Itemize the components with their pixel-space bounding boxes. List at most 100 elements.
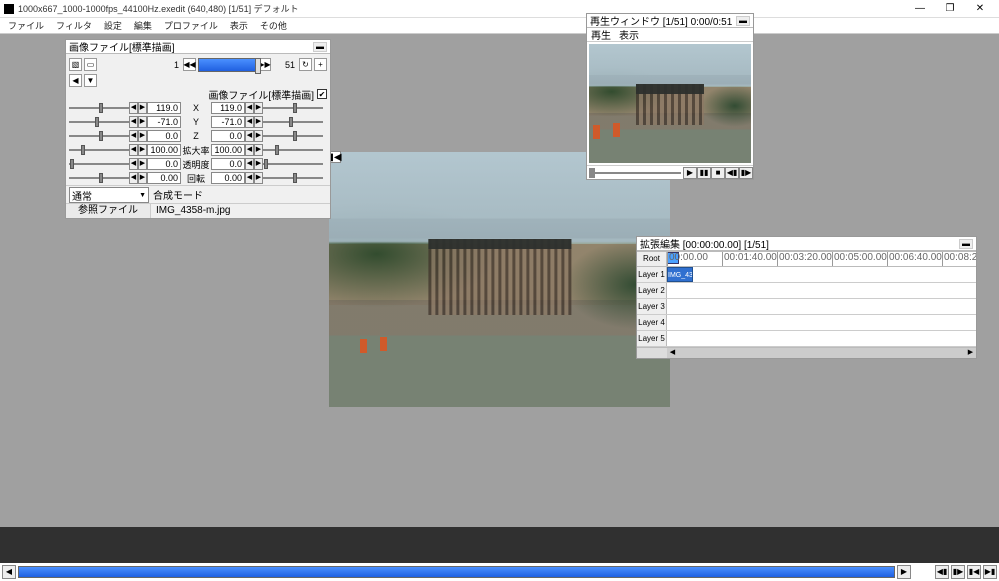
spin-right-dec[interactable]: ◀ (245, 144, 254, 156)
spin-left-inc[interactable]: ▶ (138, 130, 147, 142)
menu-edit[interactable]: 編集 (128, 18, 158, 33)
param-label-5[interactable]: 回転 (181, 172, 211, 185)
spin-right-inc[interactable]: ▶ (254, 130, 263, 142)
menu-other[interactable]: その他 (254, 18, 293, 33)
hscroll-left-icon[interactable]: ◀ (667, 348, 678, 358)
slider-left-5[interactable] (69, 172, 129, 184)
val-right-5[interactable]: 0.00 (211, 172, 245, 184)
layer-track-1[interactable]: IMG_435 (667, 267, 976, 282)
spin-right-inc[interactable]: ▶ (254, 144, 263, 156)
hscroll-right-icon[interactable]: ▶ (965, 348, 976, 358)
layer-label-2[interactable]: Layer 2 (637, 283, 667, 298)
spin-right-inc[interactable]: ▶ (254, 172, 263, 184)
footer-first[interactable]: ▮◀ (967, 565, 981, 579)
slider-right-5[interactable] (263, 172, 323, 184)
spin-left-dec[interactable]: ◀ (129, 158, 138, 170)
val-right-2[interactable]: 0.0 (211, 130, 245, 142)
add-btn[interactable]: + (314, 58, 327, 71)
maximize-button[interactable]: ❐ (935, 0, 965, 18)
slider-left-0[interactable] (69, 102, 129, 114)
layer-row-1[interactable]: Layer 1IMG_435 (637, 267, 976, 283)
pause-button[interactable]: ▮▮ (697, 167, 711, 179)
slider-right-3[interactable] (263, 144, 323, 156)
step-back-button[interactable]: ◀▮ (725, 167, 739, 179)
close-button[interactable]: ✕ (965, 0, 995, 18)
val-right-4[interactable]: 0.0 (211, 158, 245, 170)
val-left-3[interactable]: 100.00 (147, 144, 181, 156)
val-right-1[interactable]: -71.0 (211, 116, 245, 128)
slider-right-2[interactable] (263, 130, 323, 142)
layer-row-3[interactable]: Layer 3 (637, 299, 976, 315)
menu-view[interactable]: 表示 (224, 18, 254, 33)
spin-left-dec[interactable]: ◀ (129, 130, 138, 142)
layer-track-4[interactable] (667, 315, 976, 330)
spin-right-dec[interactable]: ◀ (245, 102, 254, 114)
tool-btn-3[interactable]: ◀ (69, 74, 82, 87)
root-label[interactable]: Root (637, 252, 667, 266)
playback-window[interactable]: 再生ウィンドウ [1/51] 0:00/0:51 ▬ 再生 表示 ▶ ▮▮ ■ … (586, 13, 754, 180)
slider-right-4[interactable] (263, 158, 323, 170)
spin-right-dec[interactable]: ◀ (245, 116, 254, 128)
tool-btn-2[interactable]: ▭ (84, 58, 97, 71)
slider-left-2[interactable] (69, 130, 129, 142)
timeline-panel[interactable]: 拡張編集 [00:00:00.00] [1/51] ▬ Root 00:00.0… (636, 236, 977, 359)
global-seek-slider[interactable] (18, 566, 895, 578)
spin-left-inc[interactable]: ▶ (138, 172, 147, 184)
menu-filter[interactable]: フィルタ (50, 18, 98, 33)
param-label-4[interactable]: 透明度 (181, 158, 211, 171)
slider-right-0[interactable] (263, 102, 323, 114)
slider-left-4[interactable] (69, 158, 129, 170)
layer-row-5[interactable]: Layer 5 (637, 331, 976, 347)
seek-first-icon[interactable]: ◀◀ (183, 58, 196, 71)
param-label-2[interactable]: Z (181, 131, 211, 141)
play-button[interactable]: ▶ (683, 167, 697, 179)
seek-right-icon[interactable]: ▶ (897, 565, 911, 579)
val-left-5[interactable]: 0.00 (147, 172, 181, 184)
layer-track-2[interactable] (667, 283, 976, 298)
layer-row-4[interactable]: Layer 4 (637, 315, 976, 331)
param-label-0[interactable]: X (181, 103, 211, 113)
layer-row-2[interactable]: Layer 2 (637, 283, 976, 299)
step-fwd-button[interactable]: ▮▶ (739, 167, 753, 179)
layer-track-5[interactable] (667, 331, 976, 346)
properties-panel[interactable]: 画像ファイル[標準描画] ▬ ▧ ▭ 1 ◀◀ ▶▶ 51 ↻ + ◀ ▼ 画像… (65, 39, 331, 219)
spin-left-inc[interactable]: ▶ (138, 102, 147, 114)
menu-profile[interactable]: プロファイル (158, 18, 224, 33)
footer-next-key[interactable]: ▮▶ (951, 565, 965, 579)
stop-button[interactable]: ■ (711, 167, 725, 179)
browse-file-button[interactable]: 参照ファイル (66, 204, 151, 218)
layer-label-4[interactable]: Layer 4 (637, 315, 667, 330)
layer-label-5[interactable]: Layer 5 (637, 331, 667, 346)
canvas-image[interactable]: ▮◀ (329, 152, 670, 407)
playback-close-icon[interactable]: ▬ (736, 16, 750, 26)
spin-left-dec[interactable]: ◀ (129, 144, 138, 156)
spin-left-dec[interactable]: ◀ (129, 172, 138, 184)
spin-left-inc[interactable]: ▶ (138, 158, 147, 170)
param-label-3[interactable]: 拡大率 (181, 144, 211, 157)
val-right-0[interactable]: 119.0 (211, 102, 245, 114)
minimize-button[interactable]: — (905, 0, 935, 18)
properties-close-icon[interactable]: ▬ (313, 42, 327, 52)
spin-right-dec[interactable]: ◀ (245, 130, 254, 142)
playback-seekbar[interactable] (589, 168, 681, 178)
tool-btn-1[interactable]: ▧ (69, 58, 82, 71)
slider-left-1[interactable] (69, 116, 129, 128)
playback-menu-play[interactable]: 再生 (591, 27, 611, 42)
slider-left-3[interactable] (69, 144, 129, 156)
spin-right-inc[interactable]: ▶ (254, 158, 263, 170)
spin-right-dec[interactable]: ◀ (245, 158, 254, 170)
tool-btn-4[interactable]: ▼ (84, 74, 97, 87)
spin-left-inc[interactable]: ▶ (138, 116, 147, 128)
layer-label-1[interactable]: Layer 1 (637, 267, 667, 282)
footer-last[interactable]: ▶▮ (983, 565, 997, 579)
section-checkbox[interactable]: ✔ (317, 89, 327, 99)
spin-left-inc[interactable]: ▶ (138, 144, 147, 156)
menu-file[interactable]: ファイル (2, 18, 50, 33)
playback-menu-view[interactable]: 表示 (619, 27, 639, 42)
val-left-4[interactable]: 0.0 (147, 158, 181, 170)
spin-right-dec[interactable]: ◀ (245, 172, 254, 184)
spin-right-inc[interactable]: ▶ (254, 116, 263, 128)
val-left-2[interactable]: 0.0 (147, 130, 181, 142)
clip-image[interactable]: IMG_435 (667, 267, 693, 282)
timeline-ruler[interactable]: 00:00.0000:01:40.0000:03:20.0000:05:00.0… (667, 252, 976, 266)
